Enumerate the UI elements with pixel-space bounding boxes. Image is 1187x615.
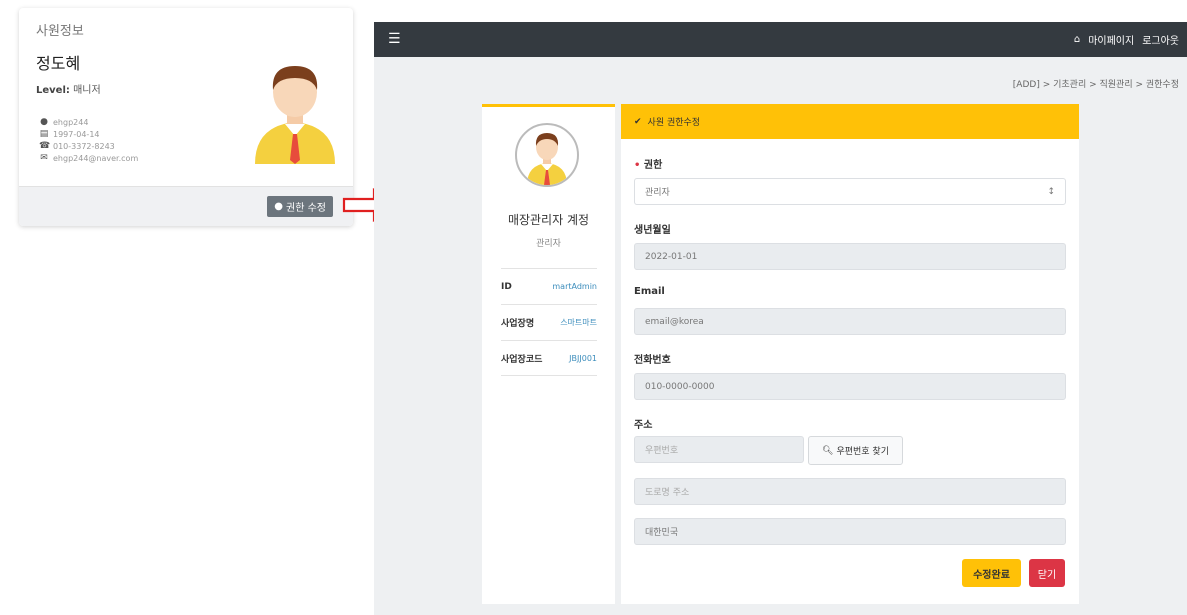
card-title: 사원정보 — [36, 24, 84, 39]
employee-info-card: 사원정보 정도혜 Level: 매니저 ● ehgp244 ▤ 1997-04-… — [19, 8, 353, 226]
logout-link[interactable]: 로그아웃 — [1142, 32, 1179, 47]
permission-edit-form: ✔ 사원 권한수정 • 권한 관리자 ↕ 생년월일 2022-01-01 Ema… — [621, 104, 1079, 604]
address-label: 주소 — [634, 420, 653, 431]
profile-row-business-name: 사업장명 스마트마트 — [501, 304, 597, 340]
employee-avatar — [247, 56, 343, 164]
home-icon[interactable]: ⌂ — [1074, 34, 1080, 45]
profile-role: 관리자 — [536, 239, 561, 249]
birthday-cake-icon: ▤ — [39, 128, 49, 139]
profile-card: 매장관리자 계정 관리자 ID martAdmin 사업장명 스마트마트 사업장… — [482, 104, 615, 604]
profile-name: 매장관리자 계정 — [507, 213, 590, 227]
road-address-field[interactable]: 도로명 주소 — [634, 478, 1066, 505]
authority-label-text: 권한 — [643, 160, 663, 171]
row-value[interactable]: 스마트마트 — [560, 317, 597, 328]
top-navbar: ☰ ⌂ 마이페이지 로그아웃 — [374, 22, 1187, 57]
info-text: ehgp244 — [53, 117, 89, 127]
hamburger-menu-icon[interactable]: ☰ — [388, 31, 401, 47]
info-text: 1997-04-14 — [53, 129, 100, 139]
mypage-link[interactable]: 마이페이지 — [1088, 32, 1134, 47]
phone-icon: ☎ — [39, 140, 51, 151]
info-birthday: ▤ 1997-04-14 — [39, 128, 138, 140]
form-header-title: 사원 권한수정 — [647, 118, 701, 128]
user-icon: ● — [274, 201, 284, 212]
zipcode-field[interactable]: 우편번호 — [634, 436, 804, 463]
close-button[interactable]: 닫기 — [1029, 559, 1065, 587]
info-email: ✉ ehgp244@naver.com — [39, 152, 138, 164]
profile-avatar — [515, 123, 579, 187]
authority-label: • 권한 — [634, 156, 662, 171]
envelope-icon: ✉ — [40, 152, 48, 163]
row-key: 사업장명 — [501, 319, 535, 329]
employee-name: 정도혜 — [36, 54, 81, 73]
profile-row-id: ID martAdmin — [501, 268, 597, 304]
select-arrows-icon: ↕ — [1047, 186, 1055, 197]
profile-row-business-code: 사업장코드 JBJJ001 — [501, 340, 597, 376]
email-label: Email — [634, 286, 665, 297]
level-value: 매니저 — [73, 85, 101, 96]
find-zipcode-label: 우편번호 찾기 — [836, 447, 889, 457]
employee-level: Level: 매니저 — [36, 81, 101, 96]
phone-field[interactable]: 010-0000-0000 — [634, 373, 1066, 400]
find-zipcode-button[interactable]: 🔍︎ 우편번호 찾기 — [808, 436, 903, 465]
edit-permission-label: 권한 수정 — [286, 203, 326, 214]
breadcrumb: [ADD] > 기초관리 > 직원관리 > 권한수정 — [1012, 80, 1179, 90]
edit-permission-button[interactable]: ● 권한 수정 — [267, 196, 333, 217]
form-header: ✔ 사원 권한수정 — [621, 104, 1079, 139]
authority-selected-value: 관리자 — [645, 188, 670, 198]
birth-label: 생년월일 — [634, 225, 671, 236]
search-icon: 🔍︎ — [822, 445, 834, 456]
birth-date-field[interactable]: 2022-01-01 — [634, 243, 1066, 270]
row-value[interactable]: martAdmin — [552, 282, 597, 291]
info-text: ehgp244@naver.com — [53, 153, 139, 163]
app-window: ☰ ⌂ 마이페이지 로그아웃 [ADD] > 기초관리 > 직원관리 > 권한수… — [374, 22, 1187, 615]
check-icon: ✔ — [634, 116, 642, 127]
authority-select[interactable]: 관리자 ↕ — [634, 178, 1066, 205]
row-key: 사업장코드 — [501, 354, 543, 365]
country-field[interactable]: 대한민국 — [634, 518, 1066, 545]
phone-label: 전화번호 — [634, 355, 671, 366]
employee-info-list: ● ehgp244 ▤ 1997-04-14 ☎ 010-3372-8243 ✉… — [39, 116, 138, 164]
info-user: ● ehgp244 — [39, 116, 138, 128]
row-key: ID — [501, 281, 512, 292]
save-button[interactable]: 수정완료 — [962, 559, 1021, 587]
row-value[interactable]: JBJJ001 — [569, 354, 597, 363]
info-phone: ☎ 010-3372-8243 — [39, 140, 138, 152]
info-text: 010-3372-8243 — [53, 141, 115, 151]
card-footer: ● 권한 수정 — [19, 186, 353, 226]
user-icon: ● — [40, 116, 48, 127]
level-label: Level: — [36, 85, 70, 96]
top-right-nav: ⌂ 마이페이지 로그아웃 — [1074, 32, 1179, 47]
email-field[interactable]: email@korea — [634, 308, 1066, 335]
required-marker: • — [634, 160, 641, 171]
